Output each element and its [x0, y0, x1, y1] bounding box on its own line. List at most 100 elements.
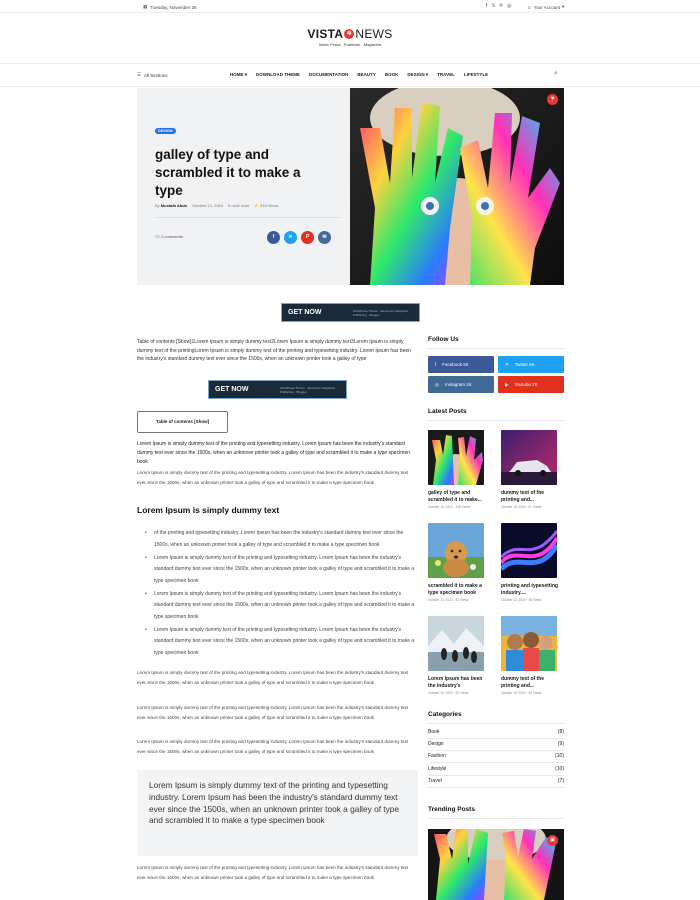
- paragraph-1: Lorem Ipsum is simply dummy text of the …: [137, 441, 410, 465]
- hero-image[interactable]: ♥: [350, 88, 564, 285]
- search-icon[interactable]: ⌕: [554, 70, 558, 78]
- category-item-design[interactable]: Design (9): [428, 741, 564, 747]
- latest-post-card[interactable]: printing and typesetting industry.... Oc…: [501, 523, 567, 602]
- ad-cta: GET NOW: [288, 309, 322, 316]
- painted-hands-image: [350, 88, 564, 285]
- site-logo[interactable]: VISTA ✲ NEWS News Portal . Publisher . M…: [300, 27, 400, 47]
- blockquote: Lorem Ipsum is simply dummy text of the …: [137, 770, 418, 856]
- categories-title: Categories: [428, 711, 462, 718]
- kids-thumb: [501, 616, 557, 671]
- category-item-book[interactable]: Book (8): [428, 729, 564, 735]
- post-meta: October 13, 2024 · 92 Views: [428, 691, 469, 695]
- follow-instagram-button[interactable]: ◎ Instagram 2K: [428, 376, 494, 393]
- favorite-heart-icon[interactable]: ♥: [547, 94, 558, 105]
- post-date: October 13, 2024: [192, 203, 224, 208]
- ad-banner-top[interactable]: GET NOW WordPress Theme · Elementor Maga…: [281, 303, 420, 322]
- post-title[interactable]: galley of type and scrambled it to make.…: [428, 490, 490, 503]
- post-thumbnail[interactable]: [501, 523, 557, 578]
- hamburger-icon: ☰: [137, 72, 142, 77]
- post-meta: October 13, 2024 · 36 Views: [501, 598, 542, 602]
- logo-mark-icon: ✲: [344, 29, 355, 39]
- latest-post-card[interactable]: dummy text of the printing and... Octobe…: [501, 616, 567, 695]
- follow-instagram-label: Instagram 2K: [444, 382, 472, 387]
- logo-tagline: News Portal . Publisher . Magazine: [318, 42, 382, 47]
- logo-word-news: NEWS: [355, 27, 393, 41]
- list-item: of the printing and typesetting industry…: [145, 528, 417, 551]
- share-x-icon[interactable]: ✕: [284, 231, 297, 244]
- category-divider: [428, 738, 564, 739]
- post-title[interactable]: printing and typesetting industry....: [501, 583, 563, 596]
- top-social-links: f 𝕏 ℗ ◎: [486, 3, 511, 9]
- youtube-icon: ▶: [505, 381, 509, 387]
- nav-item-lifestyle[interactable]: LIFESTYLE: [464, 72, 488, 78]
- comments-link[interactable]: 🗨 0 comments: [155, 234, 183, 239]
- share-pinterest-icon[interactable]: P: [301, 231, 314, 244]
- follow-facebook-button[interactable]: f Facebook 5K: [428, 356, 494, 373]
- ad-banner-inline[interactable]: GET NOW WordPress Theme · Elementor Maga…: [208, 380, 347, 399]
- facebook-icon[interactable]: f: [486, 3, 487, 9]
- instagram-icon[interactable]: ◎: [507, 3, 511, 9]
- post-thumbnail[interactable]: [428, 523, 484, 578]
- paragraph-4: Lorem Ipsum is simply dummy text of the …: [137, 705, 409, 720]
- category-item-travel[interactable]: Travel (7): [428, 778, 564, 784]
- penguins-thumb: [428, 616, 484, 671]
- bullet-list: of the printing and typesetting industry…: [145, 528, 417, 661]
- follow-youtube-button[interactable]: ▶ Youtube 2K: [498, 376, 564, 393]
- follow-twitter-button[interactable]: ✕ Twitter 6K: [498, 356, 564, 373]
- post-thumbnail[interactable]: [501, 430, 557, 485]
- post-title[interactable]: dummy text of the printing and...: [501, 490, 563, 503]
- date-display: ▦ Tuesday, November 26: [143, 4, 197, 10]
- all-sections-button[interactable]: ☰ All Sections: [137, 72, 168, 78]
- post-meta: By Mustafa Abdo October 13, 2024 5 mins …: [155, 203, 278, 208]
- x-icon[interactable]: 𝕏: [491, 3, 495, 9]
- latest-post-card[interactable]: Lorem Ipsum has been the industry's Octo…: [428, 616, 494, 695]
- painted-hands-trending: [428, 829, 564, 900]
- meta-divider: [155, 217, 341, 218]
- latest-post-card[interactable]: galley of type and scrambled it to make.…: [428, 430, 494, 509]
- post-title[interactable]: scrambled it to make a type specimen boo…: [428, 583, 490, 596]
- post-title[interactable]: Lorem Ipsum has been the industry's: [428, 676, 490, 689]
- ad-fine-print-inline: WordPress Theme · Elementor Magazine · P…: [280, 385, 337, 394]
- list-item: Lorem Ipsum is simply dummy text of the …: [145, 625, 417, 660]
- post-thumbnail[interactable]: [428, 616, 484, 671]
- nav-item-book[interactable]: BOOK: [385, 72, 399, 78]
- instagram-icon: ◎: [435, 381, 439, 387]
- ad-cta-inline: GET NOW: [215, 386, 249, 393]
- share-facebook-icon[interactable]: f: [267, 231, 280, 244]
- view-count: ⚡ 318 Views: [253, 203, 279, 208]
- nav-item-beauty[interactable]: BEAUTY: [357, 72, 376, 78]
- main-nav: ☰ All Sections HOME ▾ DOWNLOAD THEME DOC…: [0, 63, 700, 87]
- dog-thumb: [428, 523, 484, 578]
- trending-post-image[interactable]: ▣: [428, 829, 564, 900]
- article-intro: Table of contents [Show]1Lorem Ipsum is …: [137, 339, 411, 363]
- painted-hands-thumb: [428, 430, 484, 485]
- nav-item-travel[interactable]: TRAVEL: [437, 72, 455, 78]
- nav-item-home[interactable]: HOME ▾: [230, 72, 247, 78]
- author-name[interactable]: Mustafa Abdo: [161, 203, 187, 208]
- category-badge[interactable]: DESIGN: [155, 128, 176, 134]
- latest-posts-title: Latest Posts: [428, 408, 467, 415]
- hero-section: DESIGN galley of type and scrambled it t…: [137, 88, 564, 285]
- post-thumbnail[interactable]: [428, 430, 484, 485]
- category-item-lifestyle[interactable]: Lifestyle (10): [428, 766, 564, 772]
- logo-word-vista: VISTA: [307, 27, 344, 41]
- nav-item-download-theme[interactable]: DOWNLOAD THEME: [256, 72, 300, 78]
- share-email-icon[interactable]: ✉: [318, 231, 331, 244]
- account-menu[interactable]: ☺ Your Account ▾: [527, 4, 564, 10]
- nav-item-documentation[interactable]: DOCUMENTATION: [309, 72, 348, 78]
- camera-icon[interactable]: ▣: [547, 835, 558, 846]
- post-meta: October 13, 2024 · 84 Views: [501, 691, 542, 695]
- table-of-contents-toggle[interactable]: Table of contents [Show]: [137, 411, 228, 433]
- post-meta: October 13, 2024 · 82 Views: [428, 598, 469, 602]
- trending-divider: [428, 818, 564, 819]
- pinterest-icon[interactable]: ℗: [499, 3, 503, 9]
- share-buttons: f ✕ P ✉: [267, 231, 331, 244]
- nav-item-design[interactable]: DESIGN ▾: [407, 72, 428, 78]
- post-title[interactable]: dummy text of the printing and...: [501, 676, 563, 689]
- latest-post-card[interactable]: scrambled it to make a type specimen boo…: [428, 523, 494, 602]
- latest-post-card[interactable]: dummy text of the printing and... Octobe…: [501, 430, 567, 509]
- post-meta: October 13, 2024 · 67 Views: [501, 505, 542, 509]
- categories-divider: [428, 723, 564, 724]
- category-item-fashion[interactable]: Fashion (10): [428, 753, 564, 759]
- post-thumbnail[interactable]: [501, 616, 557, 671]
